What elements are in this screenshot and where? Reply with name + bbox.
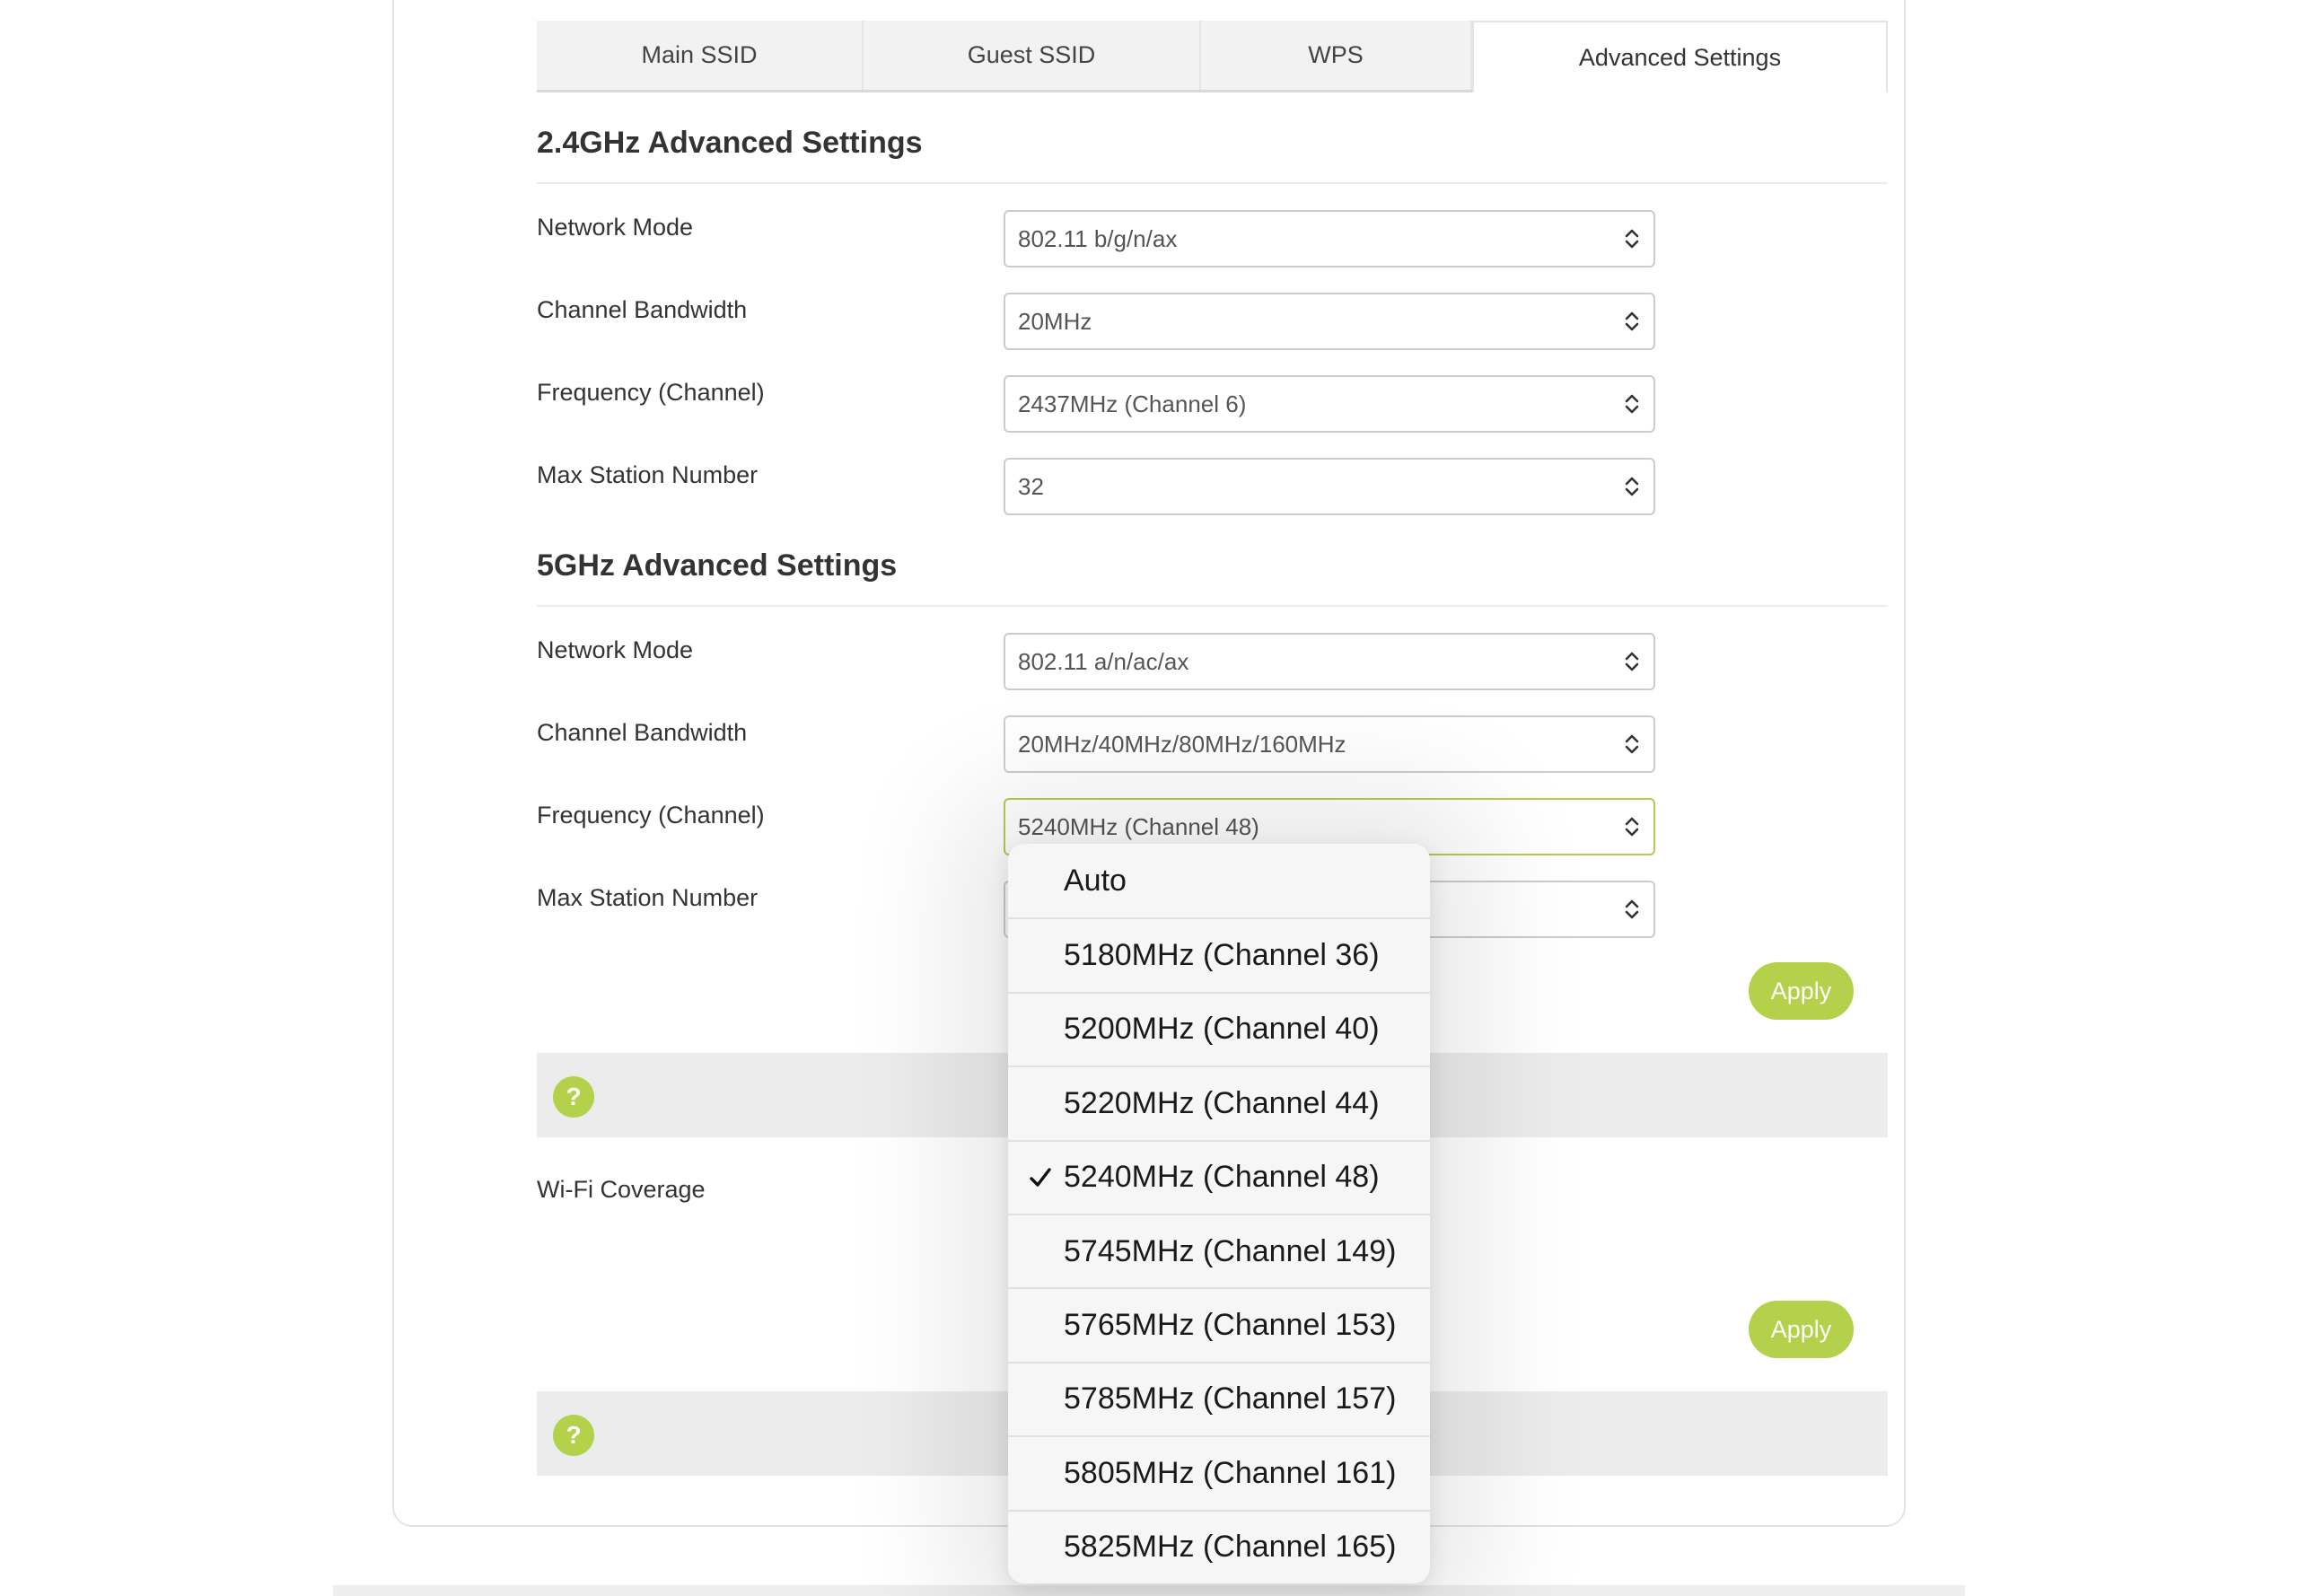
updown-arrows-icon — [1625, 652, 1639, 671]
select-value: 20MHz/40MHz/80MHz/160MHz — [1018, 730, 1346, 758]
label-5-frequency: Frequency (Channel) — [537, 802, 765, 829]
help-icon[interactable]: ? — [553, 1076, 594, 1118]
updown-arrows-icon — [1625, 229, 1639, 249]
dropdown-option[interactable]: 5220MHz (Channel 44) — [1008, 1065, 1430, 1139]
select-value: 5240MHz (Channel 48) — [1018, 812, 1259, 840]
dropdown-option-label: 5745MHz (Channel 149) — [1064, 1233, 1397, 1268]
label-24-network-mode: Network Mode — [537, 214, 694, 241]
tab-wps[interactable]: WPS — [1201, 21, 1472, 90]
tab-advanced-settings[interactable]: Advanced Settings — [1472, 21, 1888, 92]
select-value: 32 — [1018, 472, 1044, 500]
select-24-max-station[interactable]: 32 — [1004, 458, 1655, 515]
help-icon[interactable]: ? — [553, 1415, 594, 1456]
tab-guest-ssid[interactable]: Guest SSID — [864, 21, 1201, 90]
select-value: 20MHz — [1018, 307, 1092, 335]
select-24-channel-bandwidth[interactable]: 20MHz — [1004, 293, 1655, 350]
section-title-24ghz: 2.4GHz Advanced Settings — [537, 126, 1888, 184]
updown-arrows-icon — [1625, 311, 1639, 331]
dropdown-option[interactable]: 5180MHz (Channel 36) — [1008, 917, 1430, 991]
dropdown-option[interactable]: 5200MHz (Channel 40) — [1008, 991, 1430, 1065]
label-5-network-mode: Network Mode — [537, 636, 694, 663]
label-24-max-station: Max Station Number — [537, 461, 759, 488]
updown-arrows-icon — [1625, 899, 1639, 919]
label-24-channel-bandwidth: Channel Bandwidth — [537, 296, 748, 323]
label-wifi-coverage: Wi-Fi Coverage — [537, 1176, 706, 1203]
select-value: 802.11 a/n/ac/ax — [1018, 647, 1189, 675]
dropdown-option-label: 5240MHz (Channel 48) — [1064, 1160, 1380, 1195]
select-5-network-mode[interactable]: 802.11 a/n/ac/ax — [1004, 633, 1655, 690]
dropdown-option[interactable]: Auto — [1008, 844, 1430, 917]
select-value: 802.11 b/g/n/ax — [1018, 224, 1178, 252]
label-24-frequency: Frequency (Channel) — [537, 379, 765, 406]
updown-arrows-icon — [1625, 817, 1639, 837]
select-24-frequency[interactable]: 2437MHz (Channel 6) — [1004, 375, 1655, 433]
select-5-channel-bandwidth[interactable]: 20MHz/40MHz/80MHz/160MHz — [1004, 715, 1655, 773]
dropdown-option-label: Auto — [1064, 863, 1127, 898]
page-footer-bar — [333, 1585, 1965, 1596]
dropdown-option[interactable]: 5805MHz (Channel 161) — [1008, 1435, 1430, 1509]
router-settings-page: Main SSID Guest SSID WPS Advanced Settin… — [0, 0, 2298, 1596]
apply-coverage-button[interactable]: Apply — [1749, 1301, 1854, 1358]
dropdown-option[interactable]: 5240MHz (Channel 48) — [1008, 1139, 1430, 1214]
dropdown-option[interactable]: 5785MHz (Channel 157) — [1008, 1361, 1430, 1435]
label-5-max-station: Max Station Number — [537, 884, 759, 911]
checkmark-icon — [1030, 1168, 1051, 1187]
updown-arrows-icon — [1625, 734, 1639, 754]
apply-advanced-button[interactable]: Apply — [1749, 962, 1854, 1020]
section-title-5ghz: 5GHz Advanced Settings — [537, 548, 1888, 607]
dropdown-option-label: 5180MHz (Channel 36) — [1064, 938, 1380, 973]
tab-main-ssid[interactable]: Main SSID — [537, 21, 864, 90]
dropdown-option-label: 5765MHz (Channel 153) — [1064, 1308, 1397, 1343]
wifi-tabs: Main SSID Guest SSID WPS Advanced Settin… — [537, 21, 1888, 92]
frequency-dropdown-list: Auto 5180MHz (Channel 36) 5200MHz (Channel… — [1008, 844, 1430, 1583]
dropdown-option-label: 5220MHz (Channel 44) — [1064, 1085, 1380, 1120]
dropdown-option-label: 5805MHz (Channel 161) — [1064, 1455, 1397, 1490]
dropdown-option[interactable]: 5745MHz (Channel 149) — [1008, 1213, 1430, 1287]
dropdown-option-label: 5200MHz (Channel 40) — [1064, 1012, 1380, 1047]
select-value: 2437MHz (Channel 6) — [1018, 390, 1247, 417]
updown-arrows-icon — [1625, 477, 1639, 496]
dropdown-option[interactable]: 5825MHz (Channel 165) — [1008, 1509, 1430, 1583]
dropdown-option[interactable]: 5765MHz (Channel 153) — [1008, 1287, 1430, 1361]
label-5-channel-bandwidth: Channel Bandwidth — [537, 719, 748, 746]
updown-arrows-icon — [1625, 394, 1639, 414]
select-24-network-mode[interactable]: 802.11 b/g/n/ax — [1004, 210, 1655, 267]
dropdown-option-label: 5825MHz (Channel 165) — [1064, 1530, 1397, 1565]
dropdown-option-label: 5785MHz (Channel 157) — [1064, 1381, 1397, 1416]
